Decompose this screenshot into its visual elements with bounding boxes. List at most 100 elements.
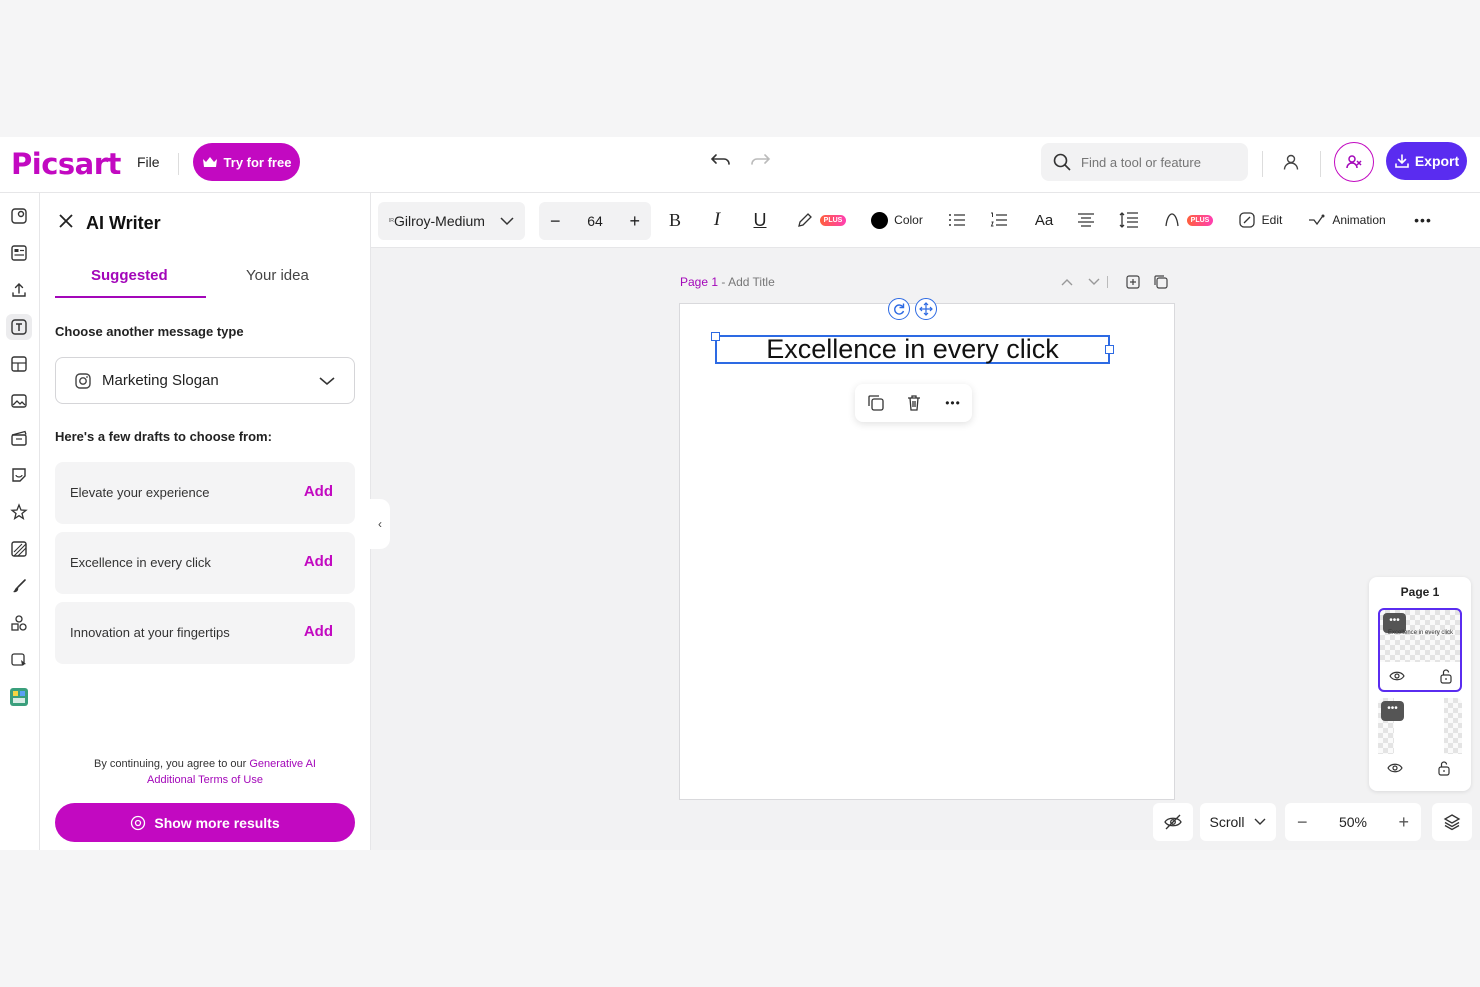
curve-text-button[interactable]: PLUS bbox=[1161, 207, 1215, 233]
numbered-list-icon[interactable] bbox=[989, 207, 1009, 233]
layer-thumbnail-text[interactable]: ••• Excellence in every click bbox=[1378, 608, 1462, 692]
upload-icon[interactable] bbox=[6, 277, 32, 303]
picsart-logo[interactable]: Picsart bbox=[11, 147, 121, 181]
templates-icon[interactable] bbox=[6, 203, 32, 229]
color-swatch bbox=[871, 211, 889, 229]
shapes-icon[interactable] bbox=[6, 610, 32, 636]
try-for-free-button[interactable]: Try for free bbox=[193, 143, 300, 181]
picsart-editor: Picsart File Try for free Export bbox=[0, 137, 1480, 850]
more-options-icon[interactable]: ••• bbox=[943, 393, 963, 413]
bold-icon[interactable]: B bbox=[665, 207, 685, 233]
add-draft-button[interactable]: Add bbox=[304, 623, 333, 640]
layouts-icon[interactable] bbox=[6, 240, 32, 266]
show-more-label: Show more results bbox=[154, 814, 280, 831]
generative-ai-link[interactable]: Generative AI bbox=[249, 758, 316, 770]
scroll-mode-select[interactable]: Scroll bbox=[1200, 803, 1276, 841]
message-type-select[interactable]: Marketing Slogan bbox=[55, 357, 355, 404]
highlight-button[interactable]: PLUS bbox=[793, 207, 849, 233]
rotate-icon[interactable] bbox=[888, 298, 910, 320]
tab-suggested[interactable]: Suggested bbox=[91, 267, 168, 284]
color-button[interactable]: Color bbox=[869, 207, 925, 233]
collaborate-button[interactable] bbox=[1334, 142, 1374, 182]
add-title-field[interactable]: Add Title bbox=[728, 275, 775, 289]
elements-icon[interactable] bbox=[6, 351, 32, 377]
resize-handle[interactable] bbox=[711, 332, 720, 341]
undo-icon[interactable] bbox=[708, 149, 734, 175]
backgrounds-icon[interactable] bbox=[6, 536, 32, 562]
show-more-results-button[interactable]: Show more results bbox=[55, 803, 355, 842]
bullet-list-icon[interactable] bbox=[947, 207, 967, 233]
header-divider bbox=[1320, 151, 1321, 177]
chevron-up-icon[interactable] bbox=[1058, 273, 1076, 291]
layer-thumbnail-background[interactable]: ••• bbox=[1378, 698, 1462, 782]
text-case-icon[interactable]: Aa bbox=[1032, 207, 1056, 233]
choose-message-type-label: Choose another message type bbox=[55, 324, 244, 339]
page-breadcrumb: Page 1 - Add Title bbox=[680, 275, 775, 289]
search-input[interactable] bbox=[1081, 154, 1231, 170]
font-size-value[interactable]: 64 bbox=[587, 213, 603, 229]
move-icon[interactable] bbox=[915, 298, 937, 320]
add-page-icon[interactable] bbox=[1124, 273, 1142, 291]
unlock-icon[interactable] bbox=[1436, 760, 1452, 776]
layer-menu-icon[interactable]: ••• bbox=[1381, 701, 1404, 721]
unlock-icon[interactable] bbox=[1438, 668, 1454, 684]
hide-overlays-button[interactable] bbox=[1153, 803, 1193, 841]
draft-text: Elevate your experience bbox=[70, 485, 210, 500]
collaborate-icon bbox=[1346, 155, 1362, 169]
stickers-icon[interactable] bbox=[6, 462, 32, 488]
ai-tools-icon[interactable] bbox=[6, 647, 32, 673]
add-draft-button[interactable]: Add bbox=[304, 483, 333, 500]
align-center-icon[interactable] bbox=[1076, 207, 1096, 233]
drafts-label: Here's a few drafts to choose from: bbox=[55, 429, 272, 444]
user-icon[interactable] bbox=[1276, 147, 1306, 177]
eye-icon[interactable] bbox=[1387, 760, 1403, 776]
list-item: Innovation at your fingertips Add bbox=[55, 602, 355, 664]
trash-icon[interactable] bbox=[904, 393, 924, 413]
curve-text-icon bbox=[1165, 213, 1179, 227]
tab-your-idea[interactable]: Your idea bbox=[246, 267, 309, 284]
layers-toggle-button[interactable] bbox=[1432, 803, 1472, 841]
duplicate-icon[interactable] bbox=[866, 393, 886, 413]
underline-icon[interactable]: U bbox=[750, 207, 770, 233]
more-options-icon[interactable]: ••• bbox=[1411, 207, 1435, 233]
terms-prefix: By continuing, you agree to our bbox=[94, 758, 247, 770]
try-for-free-label: Try for free bbox=[223, 154, 292, 170]
artboard[interactable] bbox=[679, 303, 1175, 800]
font-family-select[interactable]: ᴵᴿ Gilroy-Medium bbox=[378, 202, 525, 240]
plus-icon[interactable]: + bbox=[629, 211, 640, 232]
file-menu[interactable]: File bbox=[137, 154, 160, 170]
ai-spark-icon bbox=[131, 815, 146, 830]
layers-icon bbox=[1443, 814, 1461, 831]
star-icon[interactable] bbox=[6, 499, 32, 525]
crown-icon bbox=[202, 157, 217, 167]
video-icon[interactable] bbox=[6, 425, 32, 451]
duplicate-page-icon[interactable] bbox=[1152, 273, 1170, 291]
chevron-down-icon[interactable] bbox=[1085, 273, 1103, 291]
brush-icon[interactable] bbox=[6, 573, 32, 599]
photos-icon[interactable] bbox=[6, 388, 32, 414]
plus-badge: PLUS bbox=[1186, 214, 1214, 226]
line-spacing-icon[interactable] bbox=[1119, 207, 1139, 233]
export-button[interactable]: Export bbox=[1386, 142, 1467, 180]
animation-button[interactable]: Animation bbox=[1305, 207, 1389, 233]
zoom-value[interactable]: 50% bbox=[1339, 814, 1367, 830]
resize-handle[interactable] bbox=[1105, 345, 1114, 354]
close-icon[interactable] bbox=[56, 211, 76, 231]
eye-icon[interactable] bbox=[1389, 668, 1405, 684]
tool-search[interactable] bbox=[1041, 143, 1248, 181]
zoom-out-icon[interactable]: − bbox=[1297, 812, 1308, 833]
collapse-panel-handle[interactable]: ‹ bbox=[370, 499, 390, 549]
zoom-in-icon[interactable]: + bbox=[1398, 812, 1409, 833]
edit-button[interactable]: Edit bbox=[1236, 207, 1284, 233]
chevron-down-icon bbox=[319, 377, 335, 386]
additional-terms-link[interactable]: Additional Terms of Use bbox=[147, 774, 263, 786]
zoom-control: − 50% + bbox=[1285, 803, 1421, 841]
redo-icon[interactable] bbox=[747, 149, 773, 175]
add-draft-button[interactable]: Add bbox=[304, 553, 333, 570]
minus-icon[interactable]: − bbox=[550, 211, 561, 232]
italic-icon[interactable]: I bbox=[707, 207, 727, 233]
text-icon[interactable] bbox=[6, 314, 32, 340]
layer-controls bbox=[1380, 662, 1460, 690]
apps-icon[interactable] bbox=[6, 684, 32, 710]
selected-text-layer[interactable]: Excellence in every click bbox=[715, 334, 1110, 364]
